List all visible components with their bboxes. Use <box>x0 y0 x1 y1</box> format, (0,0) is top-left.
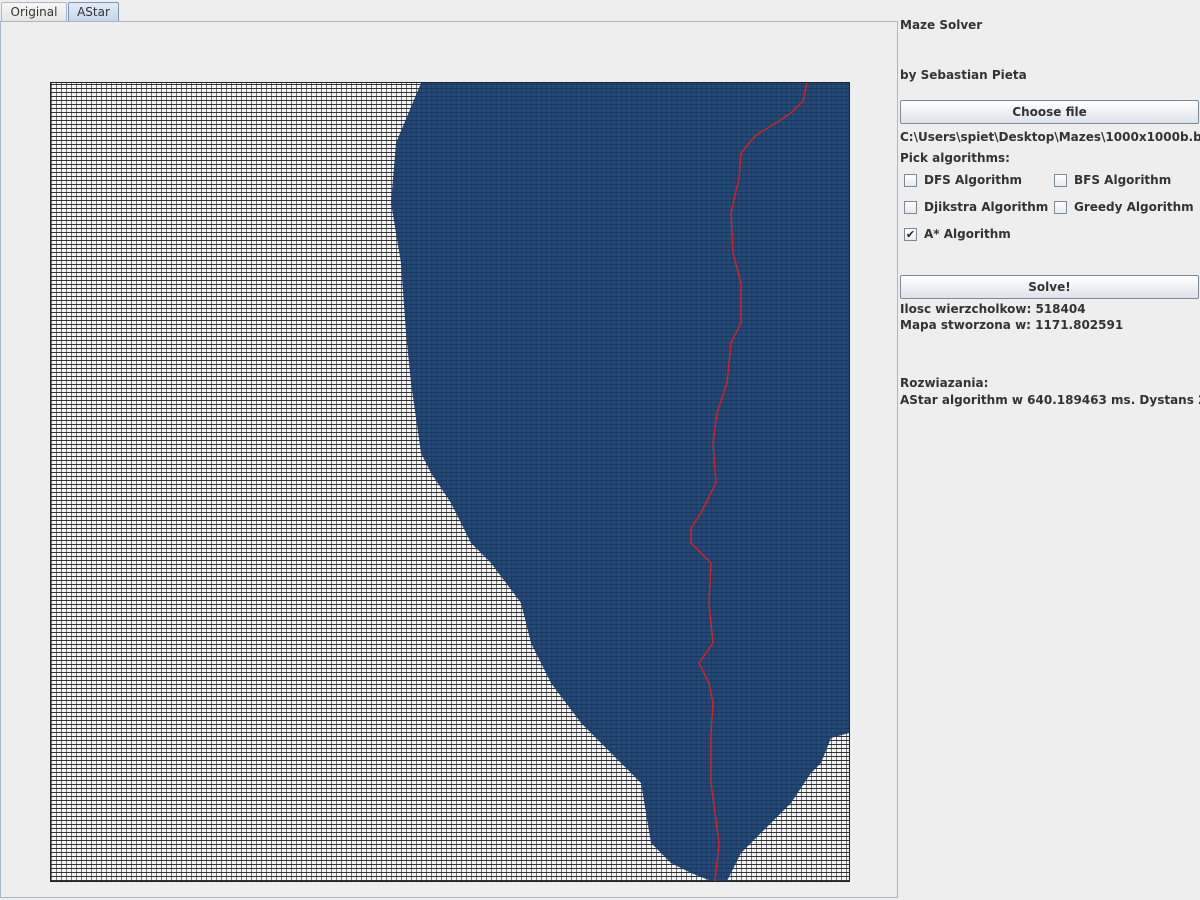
checkbox-label: DFS Algorithm <box>924 173 1023 187</box>
tab-original[interactable]: Original <box>1 2 67 21</box>
tab-astar[interactable]: AStar <box>68 2 119 21</box>
pick-algorithms-label: Pick algorithms: <box>900 151 1010 165</box>
solution-result: AStar algorithm w 640.189463 ms. Dystans… <box>900 393 1200 407</box>
explored-region <box>391 83 849 881</box>
file-path-label: C:\Users\spiet\Desktop\Mazes\1000x1000b.… <box>900 130 1200 144</box>
checkbox-label: A* Algorithm <box>924 227 1011 241</box>
author-label: by Sebastian Pieta <box>900 68 1027 82</box>
checkbox-box[interactable] <box>1054 200 1067 214</box>
checkbox-label: Djikstra Algorithm <box>924 200 1049 214</box>
checkbox-label: BFS Algorithm <box>1074 173 1172 187</box>
solve-button[interactable]: Solve! <box>900 275 1199 299</box>
checkbox-djikstra[interactable]: Djikstra Algorithm <box>904 199 1048 215</box>
checkbox-box[interactable] <box>904 173 917 187</box>
solutions-label: Rozwiazania: <box>900 376 989 390</box>
map-created-label: Mapa stworzona w: 1171.802591 <box>900 318 1124 332</box>
checkbox-astar[interactable]: ✔ A* Algorithm <box>904 226 1011 242</box>
checkbox-label: Greedy Algorithm <box>1074 200 1194 214</box>
checkbox-box[interactable] <box>904 200 917 214</box>
vertex-count-label: Ilosc wierzcholkow: 518404 <box>900 302 1086 316</box>
app-title: Maze Solver <box>900 18 983 32</box>
checkbox-dfs[interactable]: DFS Algorithm <box>904 172 1022 188</box>
app-window: Original AStar Maze Solver by Sebastian … <box>0 0 1200 900</box>
choose-file-button[interactable]: Choose file <box>900 100 1199 124</box>
maze-image <box>50 82 850 882</box>
checkbox-bfs[interactable]: BFS Algorithm <box>1054 172 1171 188</box>
checkbox-greedy[interactable]: Greedy Algorithm <box>1054 199 1194 215</box>
tab-panel-astar <box>0 21 898 898</box>
control-panel: Maze Solver by Sebastian Pieta Choose fi… <box>900 0 1200 900</box>
check-icon[interactable]: ✔ <box>904 227 917 241</box>
maze-overlay <box>391 83 849 881</box>
checkbox-box[interactable] <box>1054 173 1067 187</box>
